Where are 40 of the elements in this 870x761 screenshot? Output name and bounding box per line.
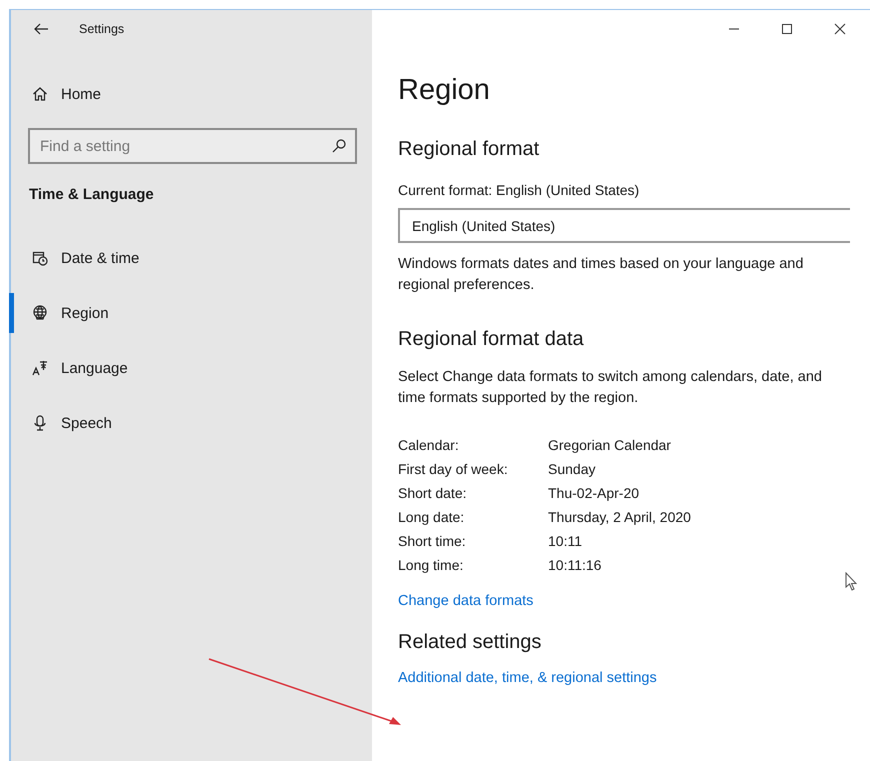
field-label: Short time: xyxy=(398,533,467,549)
current-format-label: Current format: English (United States) xyxy=(398,182,640,198)
page-title: Region xyxy=(398,74,490,107)
sidebar-item[interactable]: Language xyxy=(9,348,372,388)
sidebar-item[interactable]: Region xyxy=(9,293,372,333)
section-heading: Time & Language xyxy=(29,186,155,203)
field-label: Long time: xyxy=(398,557,464,573)
home-nav-item[interactable]: Home xyxy=(9,74,372,114)
field-value: Thu-02-Apr-20 xyxy=(548,485,640,501)
field-value: Sunday xyxy=(548,461,596,477)
language-icon xyxy=(32,360,48,376)
field-value: Thursday, 2 April, 2020 xyxy=(548,509,691,525)
search-field[interactable]: Find a setting xyxy=(28,128,357,164)
section-heading: Related settings xyxy=(398,631,542,654)
mouse-cursor-icon xyxy=(845,572,859,592)
section-heading: Regional format data xyxy=(398,328,584,351)
microphone-icon xyxy=(32,415,48,431)
home-icon xyxy=(32,86,48,102)
sidebar-item[interactable]: Date & time xyxy=(9,238,372,278)
back-arrow-icon xyxy=(33,21,49,37)
section-heading: Regional format xyxy=(398,138,540,161)
format-dropdown[interactable]: English (United States) xyxy=(398,208,850,243)
field-label: Short date: xyxy=(398,485,468,501)
window-title: Settings xyxy=(79,22,124,36)
field-label: Long date: xyxy=(398,509,466,525)
field-value: 10:11:16 xyxy=(548,557,602,573)
minimize-icon xyxy=(728,28,738,30)
additional-settings-link[interactable]: Additional date, time, & regional settings xyxy=(398,670,657,686)
globe-icon xyxy=(32,305,48,321)
field-value: Gregorian Calendar xyxy=(548,437,672,453)
search-icon xyxy=(331,138,347,154)
description-text: Select Change data formats to switch among calendars, date, and time formats supported by the region. xyxy=(398,368,823,408)
field-label: Calendar: xyxy=(398,437,460,453)
description-text: Windows formats dates and times based on your language and regional preferences. xyxy=(398,255,804,295)
field-label: First day of week: xyxy=(398,461,509,477)
field-value: 10:11 xyxy=(548,533,583,549)
change-data-formats-link[interactable]: Change data formats xyxy=(398,593,534,609)
sidebar-item[interactable]: Speech xyxy=(9,403,372,443)
close-icon xyxy=(832,21,848,37)
calendar-clock-icon xyxy=(32,250,48,266)
